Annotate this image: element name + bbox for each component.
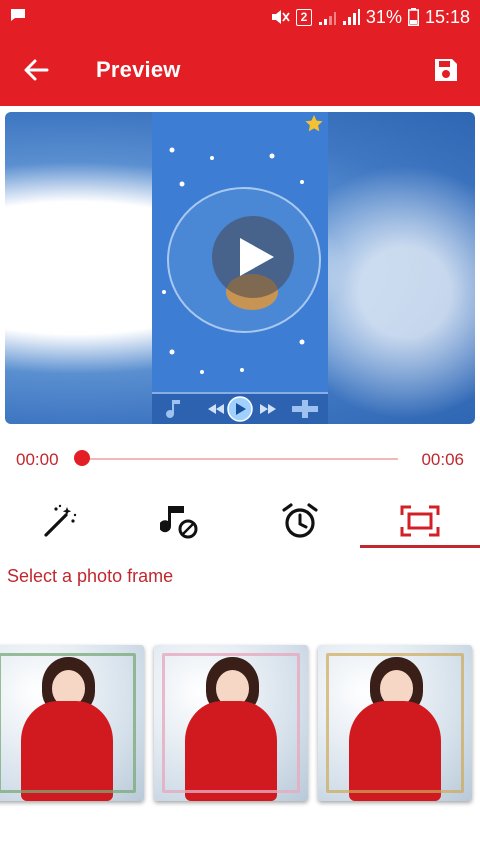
current-time: 00:00 — [16, 450, 59, 469]
page-title: Preview — [96, 57, 181, 82]
playback-timeline: 00:00 00:06 — [0, 438, 480, 480]
preview-toolbar — [152, 392, 328, 424]
battery-percent: 31% — [365, 6, 402, 27]
magic-wand-icon — [44, 504, 77, 537]
back-arrow-icon[interactable] — [22, 56, 50, 84]
message-notification-icon — [11, 9, 25, 21]
seek-track[interactable] — [82, 458, 398, 460]
frame-section-label: Select a photo frame — [7, 566, 174, 586]
sim-slot-badge: 2 — [295, 8, 312, 26]
music-note-icon — [160, 506, 198, 539]
play-button[interactable] — [212, 216, 294, 298]
editor-tabs — [0, 492, 480, 550]
tab-frame[interactable] — [360, 492, 480, 550]
video-preview[interactable] — [5, 112, 475, 424]
frame-thumbnail[interactable] — [318, 645, 472, 801]
status-bar: 2 31% 15:18 — [0, 0, 480, 34]
star-icon — [305, 115, 323, 132]
frame-thumbnail[interactable] — [0, 645, 144, 801]
tab-duration[interactable] — [240, 492, 360, 550]
photo-frame-icon — [400, 505, 440, 537]
alarm-clock-icon — [282, 503, 318, 538]
signal-full-icon — [342, 9, 360, 25]
signal-weak-icon — [318, 12, 336, 25]
frame-thumbnail[interactable] — [154, 645, 308, 801]
clock: 15:18 — [424, 6, 470, 27]
tab-effects[interactable] — [0, 492, 120, 550]
tab-music[interactable] — [120, 492, 240, 550]
battery-icon — [407, 8, 419, 26]
total-time: 00:06 — [421, 450, 464, 469]
app-bar: Preview — [0, 34, 480, 106]
mute-icon — [271, 10, 290, 24]
save-icon[interactable] — [432, 56, 460, 84]
seek-thumb[interactable] — [74, 450, 90, 466]
toolbar-icons — [166, 396, 318, 422]
frame-list — [0, 645, 480, 801]
play-icon — [240, 238, 274, 276]
preview-glow — [305, 142, 475, 424]
status-right: 2 31% 15:18 — [270, 0, 470, 34]
